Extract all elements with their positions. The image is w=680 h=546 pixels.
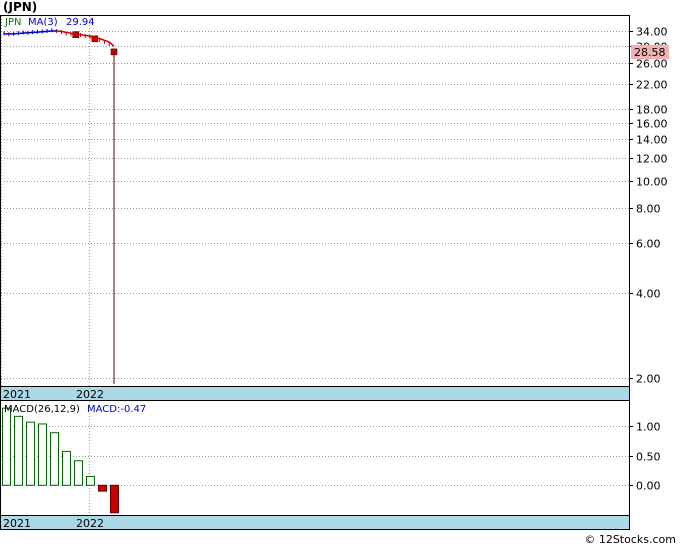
price-panel-frame — [0, 15, 630, 387]
macd-x-label: 2022 — [76, 517, 104, 530]
ma-segment — [80, 33, 86, 37]
ma-segment — [85, 34, 91, 37]
macd-bar — [86, 476, 95, 486]
macd-bar — [98, 484, 107, 492]
price-y-axis: 34.0030.0026.0022.0018.0016.0014.0012.00… — [629, 26, 668, 386]
price-tick-label: 34.00 — [636, 26, 668, 39]
macd-legend: MACD(26,12,9) MACD:-0.47 — [4, 404, 146, 415]
price-tick-label: 10.00 — [636, 176, 668, 189]
macd-bar — [14, 415, 23, 486]
chart-svg: 34.0030.0026.0022.0018.0016.0014.0012.00… — [0, 15, 669, 530]
macd-bar — [110, 484, 119, 514]
macd-panel-frame — [0, 400, 630, 516]
price-tick-label: 26.00 — [636, 58, 668, 71]
price-tick-label: 22.00 — [636, 79, 668, 92]
macd-bar — [2, 407, 11, 486]
price-tick-label: 12.00 — [636, 153, 668, 166]
ma-segment — [66, 31, 72, 34]
price-x-label: 2022 — [76, 388, 104, 401]
macd-tick-label: 1.00 — [636, 421, 661, 434]
legend-ma-label: MA(3) — [28, 17, 58, 28]
legend-ma-value: 29.94 — [66, 17, 95, 28]
price-tick-label: 8.00 — [636, 203, 661, 216]
macd-bar — [38, 423, 47, 486]
macd-y-axis: 1.00 0.50 0.00 — [629, 421, 661, 493]
legend-symbol: JPN — [4, 17, 21, 28]
macd-bar — [74, 460, 83, 486]
price-tick-label: 14.00 — [636, 134, 668, 147]
macd-legend-value: MACD:-0.47 — [87, 404, 146, 415]
price-tick-label: 4.00 — [636, 288, 661, 301]
macd-x-label: 2021 — [3, 517, 31, 530]
macd-bar — [50, 432, 59, 486]
price-legend: JPN MA(3) 29.94 — [4, 17, 95, 28]
macd-bar — [26, 421, 35, 486]
macd-tick-label: 0.00 — [636, 480, 661, 493]
last-price-label: 28.58 — [634, 46, 666, 59]
price-tick-label: 6.00 — [636, 238, 661, 251]
price-tick-label: 2.00 — [636, 373, 661, 386]
macd-legend-label: MACD(26,12,9) — [4, 404, 80, 415]
last-price-marker: 28.58 — [631, 45, 669, 59]
chart-stage: (JPN) 34.0030.0026.0022.0018.0016.0014.0… — [0, 0, 680, 546]
site-credit: © 12Stocks.com — [584, 533, 676, 546]
price-tick-label: 18.00 — [636, 104, 668, 117]
ma-segment — [61, 30, 67, 34]
price-x-label: 2021 — [3, 388, 31, 401]
macd-bar — [62, 450, 71, 486]
macd-tick-label: 0.50 — [636, 451, 661, 464]
price-tick-label: 16.00 — [636, 118, 668, 131]
